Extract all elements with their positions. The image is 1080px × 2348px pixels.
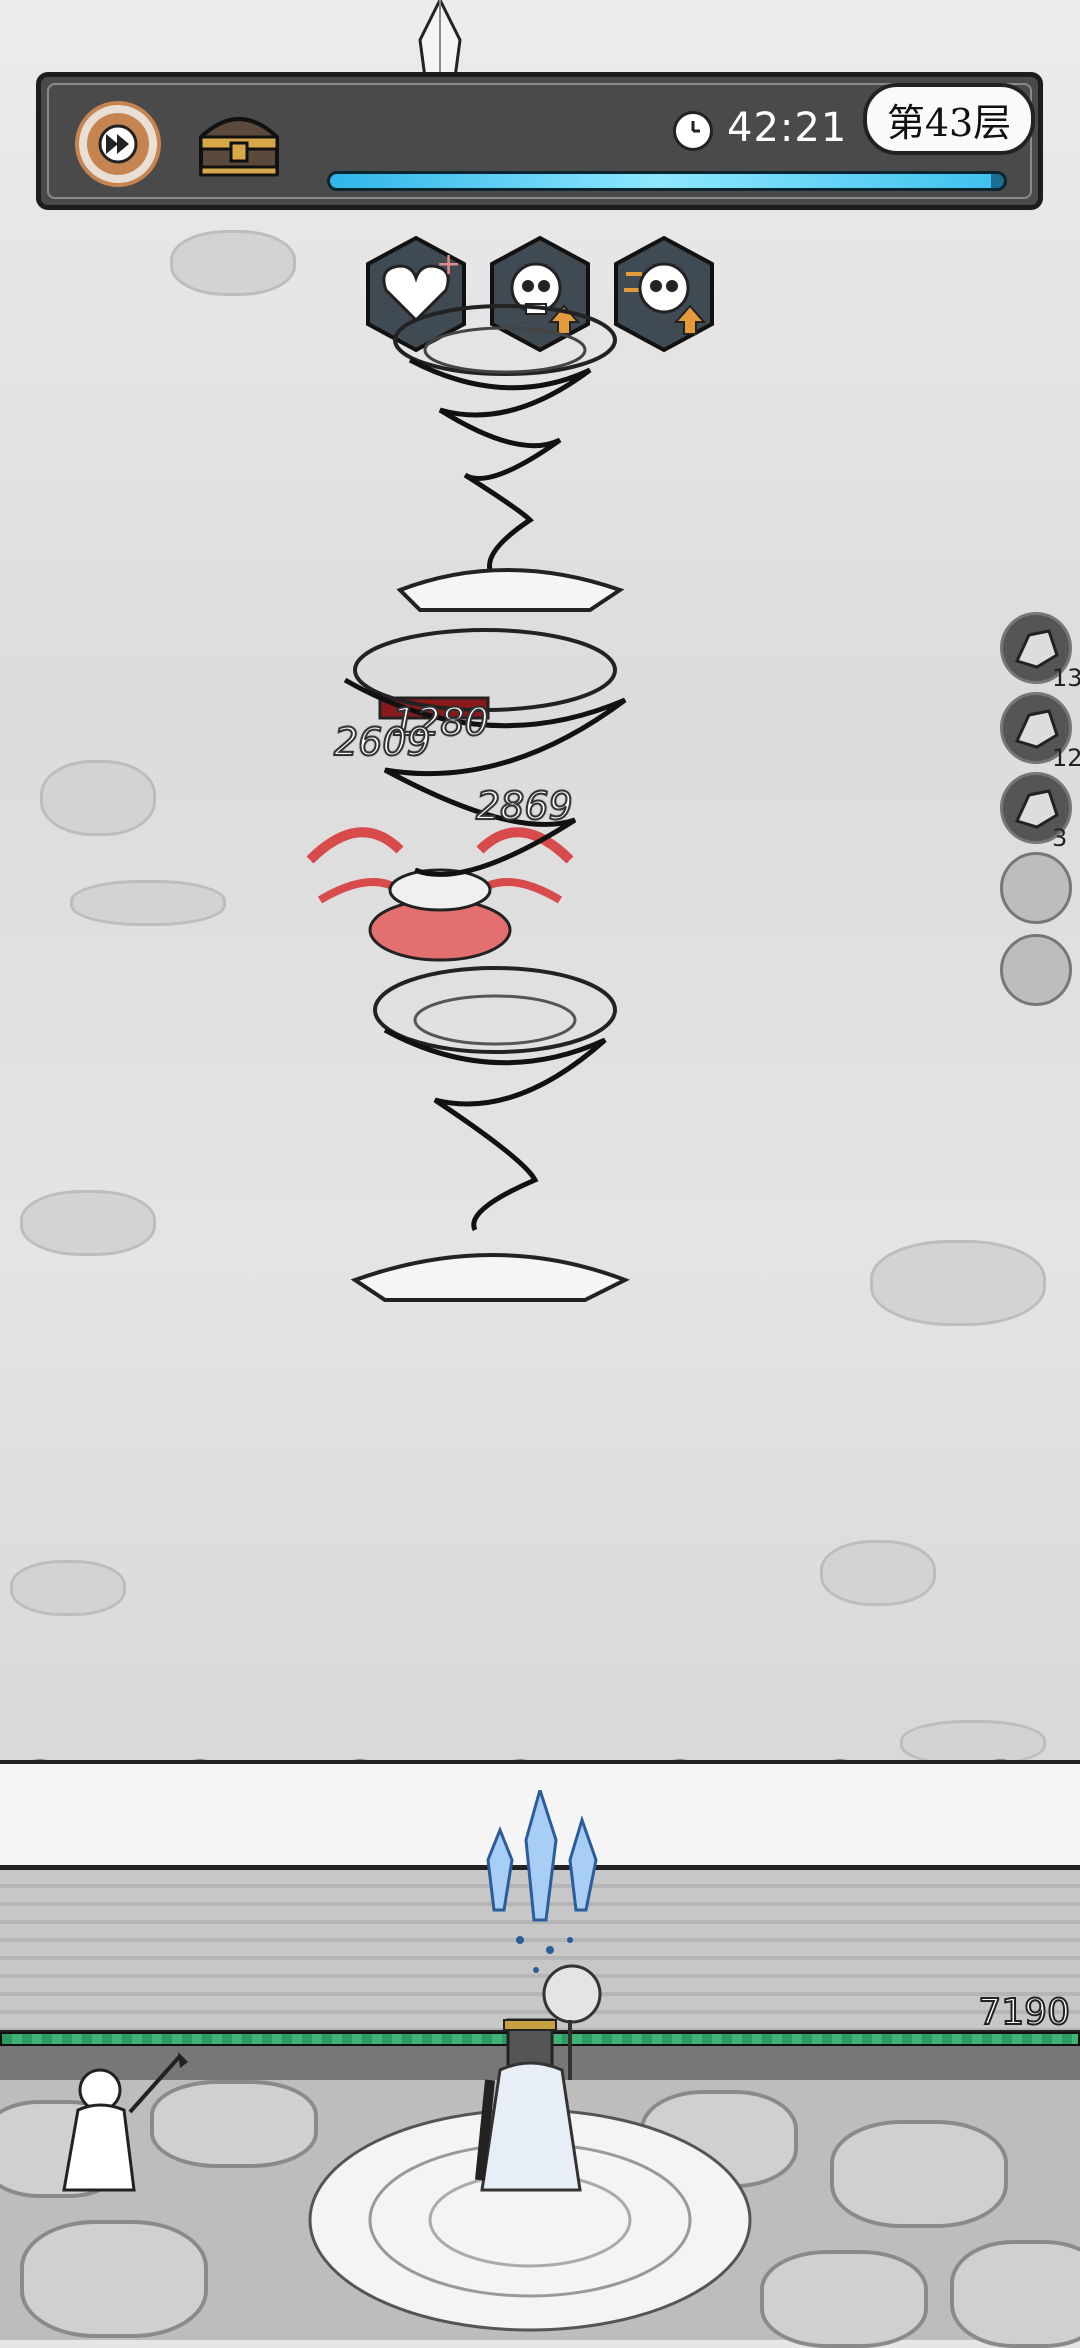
stone-decoration bbox=[10, 1560, 126, 1616]
cobblestone bbox=[760, 2250, 928, 2348]
skill-charge-count: 12 bbox=[1052, 744, 1080, 772]
svg-text:+: + bbox=[436, 247, 461, 282]
stage-timer: 42:21 bbox=[727, 105, 848, 151]
fast-forward-button[interactable] bbox=[75, 101, 161, 187]
empty-slot-icon[interactable] bbox=[1000, 852, 1072, 924]
player-hp-value: 7190 bbox=[977, 1991, 1071, 2034]
stone-decoration bbox=[70, 880, 226, 926]
damage-number: 2609 bbox=[333, 719, 432, 765]
ally-priest-character bbox=[62, 2052, 188, 2192]
stone-decoration bbox=[820, 1540, 936, 1606]
empty-slot-icon[interactable] bbox=[1000, 934, 1072, 1006]
stone-decoration bbox=[870, 1240, 1046, 1326]
cobblestone bbox=[950, 2240, 1080, 2348]
stage-progress-bar bbox=[327, 171, 1007, 191]
floor-level-badge: 第43层 bbox=[863, 83, 1035, 155]
hero-mage-character bbox=[475, 1964, 602, 2192]
cobblestone bbox=[20, 2220, 208, 2338]
cobblestone bbox=[830, 2120, 1008, 2228]
fast-forward-icon bbox=[87, 113, 149, 175]
top-hud-panel: 42:21 第43层 bbox=[36, 72, 1043, 210]
stage-progress-fill bbox=[330, 174, 991, 188]
clock-icon bbox=[673, 111, 713, 151]
stone-decoration bbox=[170, 230, 296, 296]
stone-decoration bbox=[40, 760, 156, 836]
skill-charge-count: 3 bbox=[1052, 824, 1068, 852]
treasure-chest-icon[interactable] bbox=[193, 107, 285, 181]
damage-number: 2869 bbox=[475, 783, 574, 829]
tornado-effect bbox=[393, 304, 625, 612]
stone-decoration bbox=[20, 1190, 156, 1256]
skill-charge-count: 13 bbox=[1052, 664, 1080, 692]
